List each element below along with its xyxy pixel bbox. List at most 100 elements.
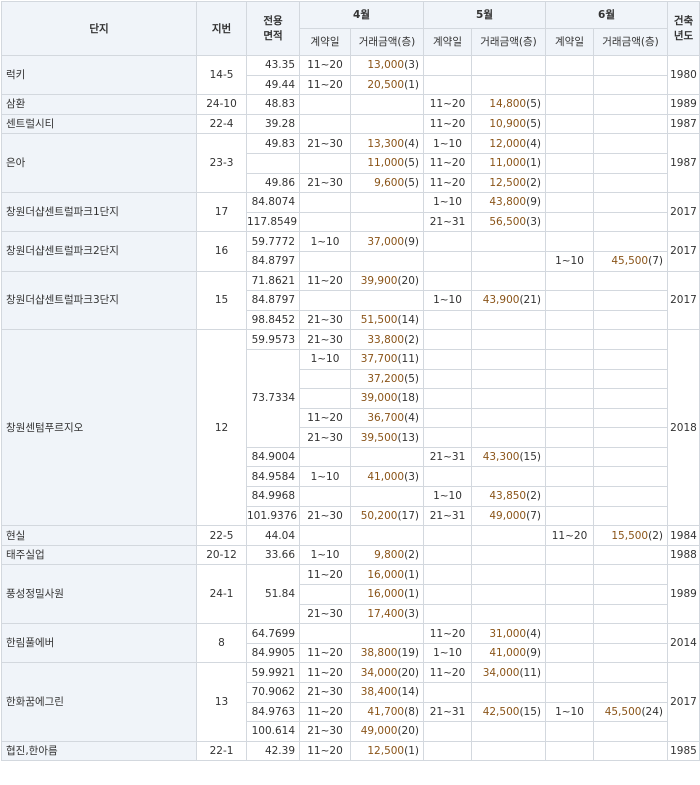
contract-date-cell xyxy=(423,309,472,331)
amount-cell: 16,000(1) xyxy=(350,584,424,605)
contract-date-cell xyxy=(545,564,594,586)
floor-value: (17) xyxy=(397,509,419,522)
amount-cell xyxy=(593,192,668,213)
amount-cell xyxy=(593,740,668,762)
amount-value: 17,400 xyxy=(367,607,405,620)
floor-value: (3) xyxy=(404,470,419,483)
contract-date-cell: 11~20 xyxy=(545,525,594,546)
area-cell: 101.9376 xyxy=(246,505,300,527)
amount-cell: 45,500(24) xyxy=(593,701,668,723)
amount-cell xyxy=(350,94,424,115)
floor-value: (14) xyxy=(397,314,419,327)
amount-value: 9,800 xyxy=(374,549,405,562)
amount-cell xyxy=(471,525,546,546)
amount-value: 39,000 xyxy=(360,392,398,405)
amount-cell xyxy=(593,309,668,331)
amount-cell: 41,000(3) xyxy=(350,466,424,488)
contract-date-cell xyxy=(545,329,594,350)
amount-value: 10,900 xyxy=(489,118,527,131)
contract-date-cell xyxy=(299,250,351,272)
amount-cell xyxy=(471,544,546,566)
contract-date-cell xyxy=(423,55,472,76)
contract-date-cell xyxy=(545,348,594,370)
amount-cell: 49,000(7) xyxy=(471,505,546,527)
amount-cell: 38,400(14) xyxy=(350,682,424,703)
contract-date-cell xyxy=(423,525,472,546)
amount-cell: 43,300(15) xyxy=(471,446,546,468)
contract-date-cell xyxy=(423,368,472,390)
amount-cell: 34,000(11) xyxy=(471,662,546,683)
area-cell: 59.9921 xyxy=(246,662,300,683)
amount-cell xyxy=(593,55,668,76)
amount-cell xyxy=(471,231,546,252)
floor-value: (19) xyxy=(397,647,419,660)
amount-value: 38,800 xyxy=(360,647,398,660)
amount-cell: 37,000(9) xyxy=(350,231,424,252)
contract-date-cell xyxy=(545,211,594,233)
amount-cell xyxy=(593,721,668,742)
contract-date-cell xyxy=(545,270,594,292)
amount-cell xyxy=(593,427,668,448)
amount-value: 43,300 xyxy=(482,451,520,464)
amount-cell xyxy=(471,466,546,488)
contract-date-cell: 21~31 xyxy=(423,505,472,527)
amount-cell: 43,900(21) xyxy=(471,290,546,311)
floor-value: (15) xyxy=(519,451,541,464)
amount-cell: 41,000(9) xyxy=(471,642,546,664)
header-month-4: 4월 xyxy=(299,1,424,29)
header-contract-6: 계약일 xyxy=(545,28,594,56)
area-cell: 64.7699 xyxy=(246,623,300,644)
contract-date-cell: 21~30 xyxy=(299,505,351,527)
amount-cell xyxy=(471,682,546,703)
header-area: 전용 면적 xyxy=(246,1,300,56)
amount-value: 15,500 xyxy=(611,529,649,542)
amount-cell: 38,800(19) xyxy=(350,642,424,664)
amount-cell: 9,600(5) xyxy=(350,172,424,194)
amount-cell: 17,400(3) xyxy=(350,603,424,625)
amount-cell: 12,000(4) xyxy=(471,133,546,154)
complex-name: 은아 xyxy=(1,133,197,194)
lot-number: 24-1 xyxy=(196,564,247,625)
amount-cell xyxy=(471,309,546,331)
floor-value: (9) xyxy=(526,647,541,660)
floor-value: (7) xyxy=(648,255,663,268)
contract-date-cell: 1~10 xyxy=(545,701,594,723)
amount-value: 37,000 xyxy=(367,235,405,248)
area-cell: 117.8549 xyxy=(246,211,300,233)
lot-number: 24-10 xyxy=(196,94,247,115)
contract-date-cell xyxy=(545,152,594,174)
amount-value: 12,500 xyxy=(367,745,405,758)
amount-value: 37,200 xyxy=(367,372,405,385)
area-cell: 100.614 xyxy=(246,721,300,742)
contract-date-cell: 11~20 xyxy=(299,740,351,762)
amount-value: 45,500 xyxy=(611,255,649,268)
lot-number: 23-3 xyxy=(196,133,247,194)
table-row: 풍성정밀사원 24-1 51.84 11~20 16,000(1) 1989 xyxy=(1,564,700,625)
amount-cell: 11,000(5) xyxy=(350,152,424,174)
complex-name: 럭키 xyxy=(1,54,197,96)
amount-cell: 10,900(5) xyxy=(471,113,546,135)
amount-cell xyxy=(350,623,424,644)
amount-cell xyxy=(350,525,424,546)
amount-cell xyxy=(593,368,668,390)
contract-date-cell xyxy=(545,740,594,762)
amount-cell: 42,500(15) xyxy=(471,701,546,723)
amount-cell xyxy=(593,682,668,703)
area-cell: 84.8074 xyxy=(246,192,300,213)
area-cell: 51.84 xyxy=(246,564,300,625)
area-cell: 49.44 xyxy=(246,74,300,96)
built-year: 2018 xyxy=(667,329,700,527)
amount-value: 41,700 xyxy=(367,705,405,718)
complex-name: 창원센텀푸르지오 xyxy=(1,329,197,527)
contract-date-cell: 11~20 xyxy=(423,662,472,683)
amount-value: 38,400 xyxy=(360,686,398,699)
area-cell: 84.9968 xyxy=(246,486,300,507)
amount-value: 51,500 xyxy=(360,314,398,327)
contract-date-cell: 1~10 xyxy=(299,544,351,566)
contract-date-cell xyxy=(545,721,594,742)
amount-cell: 51,500(14) xyxy=(350,309,424,331)
contract-date-cell xyxy=(423,250,472,272)
amount-cell: 36,700(4) xyxy=(350,407,424,429)
contract-date-cell: 21~30 xyxy=(299,172,351,194)
contract-date-cell: 21~30 xyxy=(299,309,351,331)
